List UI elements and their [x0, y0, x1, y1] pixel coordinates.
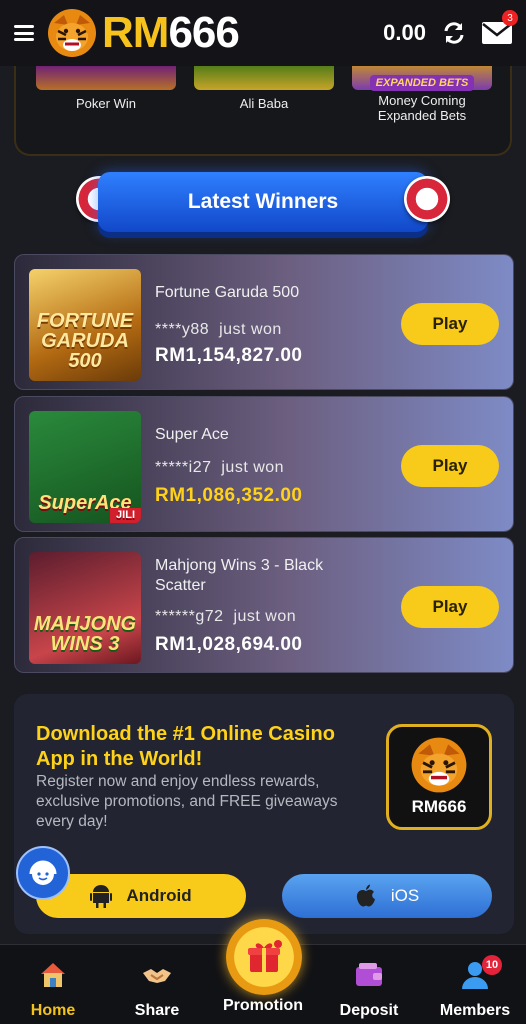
mail-button[interactable]: 3: [482, 10, 518, 44]
game-title: Ali Baba: [239, 96, 289, 111]
winner-card: SuperAce JILI Super Ace *****i27 just wo…: [14, 396, 514, 532]
game-title: Poker Win: [76, 96, 136, 111]
nav-deposit[interactable]: Deposit: [324, 959, 414, 1020]
home-icon: [41, 963, 65, 987]
winner-amount: RM1,028,694.00: [155, 634, 303, 655]
game-thumbnail: [194, 64, 334, 90]
tiger-logo-icon: [48, 9, 96, 57]
tiger-logo-icon: [411, 737, 467, 793]
winner-line: ******g72 just won: [155, 608, 296, 626]
winner-game-name: Fortune Garuda 500: [155, 284, 300, 301]
wallet-balance: 0.00: [383, 20, 426, 45]
game-thumbnail-fortune-garuda[interactable]: FORTUNE GARUDA 500: [29, 269, 141, 381]
game-tile-money-coming[interactable]: EXPANDED BETS Money Coming Expanded Bets: [352, 64, 492, 123]
section-title: Latest Winners: [187, 190, 339, 213]
game-thumbnail-super-ace[interactable]: SuperAce JILI: [29, 411, 141, 523]
nav-label: Deposit: [339, 1002, 399, 1019]
nav-share[interactable]: Share: [112, 959, 202, 1020]
logo-wordmark: RM666: [102, 8, 240, 57]
download-app-section: Download the #1 Online Casino App in the…: [14, 694, 514, 934]
nav-label: Share: [134, 1002, 180, 1019]
bottom-navigation: Home Share Promotion Deposit 10 Members: [0, 919, 526, 1024]
game-thumbnail: [36, 64, 176, 90]
play-button[interactable]: Play: [401, 586, 499, 628]
winner-card: FORTUNE GARUDA 500 Fortune Garuda 500 **…: [14, 254, 514, 390]
nav-label: Members: [439, 1002, 511, 1019]
nav-label: Promotion: [223, 997, 303, 1014]
android-label: Android: [126, 886, 192, 905]
members-badge: 10: [482, 955, 502, 975]
play-button[interactable]: Play: [401, 445, 499, 487]
nav-label: Home: [30, 1002, 76, 1019]
download-description: Register now and enjoy endless rewards, …: [36, 773, 338, 831]
mail-badge: 3: [502, 10, 518, 26]
headset-icon: [29, 860, 57, 885]
game-title: Money Coming Expanded Bets: [377, 93, 467, 123]
featured-games-strip: Poker Win Ali Baba EXPANDED BETS Money C…: [14, 52, 512, 156]
nav-home[interactable]: Home: [8, 959, 98, 1020]
ios-download-button[interactable]: iOS: [282, 874, 492, 918]
poker-chip-icon: [404, 176, 450, 222]
menu-icon[interactable]: [14, 25, 34, 41]
customer-support-button[interactable]: [16, 846, 70, 900]
apple-icon: [356, 884, 375, 907]
winner-action: just won: [221, 459, 285, 476]
download-title: Download the #1 Online Casino App in the…: [36, 723, 335, 770]
ios-label: iOS: [390, 886, 420, 905]
gift-icon: [248, 940, 282, 972]
play-button[interactable]: Play: [401, 303, 499, 345]
android-icon: [90, 885, 113, 908]
provider-badge: JILI: [110, 508, 141, 523]
winner-username: *****i27: [155, 459, 212, 476]
game-tile-poker-win[interactable]: Poker Win: [36, 64, 176, 111]
winner-card: MAHJONG WINS 3 Mahjong Wins 3 - Black Sc…: [14, 537, 514, 673]
expanded-bets-tag: EXPANDED BETS: [369, 75, 475, 91]
winner-line: *****i27 just won: [155, 459, 284, 477]
winner-action: just won: [233, 608, 297, 625]
winner-username: ****y88: [155, 321, 210, 338]
app-icon: RM666: [386, 724, 492, 830]
winner-amount: RM1,154,827.00: [155, 345, 303, 366]
winner-action: just won: [219, 321, 282, 338]
site-logo[interactable]: RM666: [44, 5, 240, 61]
app-name: RM666: [411, 797, 467, 816]
latest-winners-banner: Latest Winners: [98, 172, 428, 232]
top-header: RM666 0.00 3: [0, 0, 526, 66]
game-thumbnail-mahjong-wins[interactable]: MAHJONG WINS 3: [29, 552, 141, 664]
winner-amount: RM1,086,352.00: [155, 485, 303, 506]
winner-game-name: Mahjong Wins 3 - Black Scatter: [155, 557, 324, 594]
winner-username: ******g72: [155, 608, 224, 625]
promotion-gift-button[interactable]: [226, 919, 302, 995]
handshake-icon: [143, 969, 171, 983]
game-tile-ali-baba[interactable]: Ali Baba: [194, 64, 334, 111]
refresh-icon[interactable]: [440, 19, 468, 47]
wallet-icon: [356, 963, 382, 986]
winner-game-name: Super Ace: [155, 426, 229, 443]
nav-members[interactable]: 10 Members: [430, 955, 520, 1020]
winner-line: ****y88 just won: [155, 321, 282, 339]
